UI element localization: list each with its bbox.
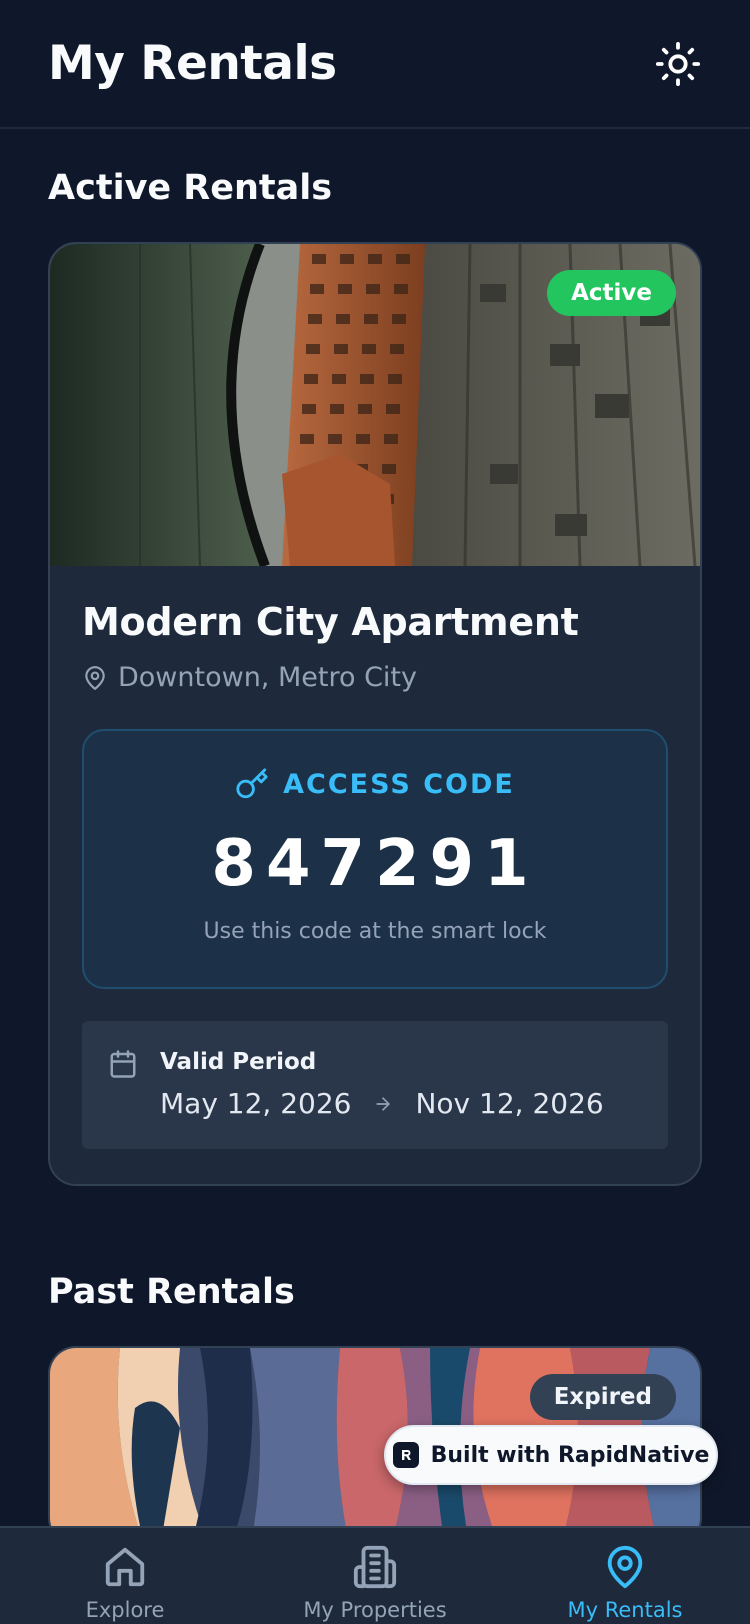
nav-label-my-rentals: My Rentals (567, 1598, 683, 1622)
valid-period-panel: Valid Period May 12, 2026 Nov 12, 2026 (82, 1021, 668, 1149)
nav-label-explore: Explore (85, 1598, 165, 1622)
access-code-value[interactable]: 847291 (211, 827, 538, 901)
bottom-nav: Explore My Properties My Rentals (0, 1526, 750, 1624)
built-with-label: Built with RapidNative (430, 1442, 710, 1468)
header: My Rentals (0, 0, 750, 129)
key-icon (236, 768, 268, 799)
arrow-right-icon (373, 1094, 393, 1114)
calendar-icon (110, 1050, 136, 1078)
building-icon (353, 1545, 397, 1589)
sun-icon (655, 41, 701, 86)
map-pin-icon (85, 665, 105, 690)
rental-title: Modern City Apartment (82, 600, 579, 644)
theme-toggle-button[interactable] (648, 34, 708, 94)
status-badge-expired: Expired (529, 1374, 676, 1420)
home-icon (105, 1547, 145, 1587)
built-with-badge[interactable]: Built with RapidNative (384, 1425, 718, 1485)
nav-item-explore[interactable]: Explore (0, 1528, 250, 1624)
page-title: My Rentals (48, 36, 337, 91)
rapidnative-logo-icon (392, 1442, 419, 1468)
app-root: My Rentals Active Rentals Active Modern … (0, 0, 750, 1624)
status-badge-active: Active (547, 270, 676, 316)
access-code-panel: ACCESS CODE 847291 Use this code at the … (82, 729, 668, 989)
past-rentals-heading: Past Rentals (48, 1272, 295, 1312)
access-code-hint: Use this code at the smart lock (203, 919, 547, 944)
map-pin-icon (607, 1546, 643, 1589)
location-row: Downtown, Metro City (82, 662, 668, 693)
access-label-row: ACCESS CODE (235, 767, 515, 801)
nav-item-my-rentals[interactable]: My Rentals (500, 1528, 750, 1624)
active-rental-card[interactable]: Active Modern City Apartment Downtown, M… (48, 242, 702, 1186)
nav-label-my-properties: My Properties (303, 1598, 447, 1622)
start-date: May 12, 2026 (160, 1087, 352, 1120)
dates-row: May 12, 2026 Nov 12, 2026 (160, 1087, 604, 1120)
location-text: Downtown, Metro City (118, 662, 417, 693)
nav-item-my-properties[interactable]: My Properties (250, 1528, 500, 1624)
access-code-label: ACCESS CODE (283, 768, 515, 800)
active-rentals-heading: Active Rentals (48, 168, 333, 208)
valid-period-text: Valid Period May 12, 2026 Nov 12, 2026 (160, 1049, 604, 1120)
rental-photo: Active (50, 244, 700, 566)
rental-details: Modern City Apartment Downtown, Metro Ci… (50, 566, 700, 1149)
valid-period-label: Valid Period (160, 1049, 317, 1075)
end-date: Nov 12, 2026 (415, 1087, 604, 1120)
